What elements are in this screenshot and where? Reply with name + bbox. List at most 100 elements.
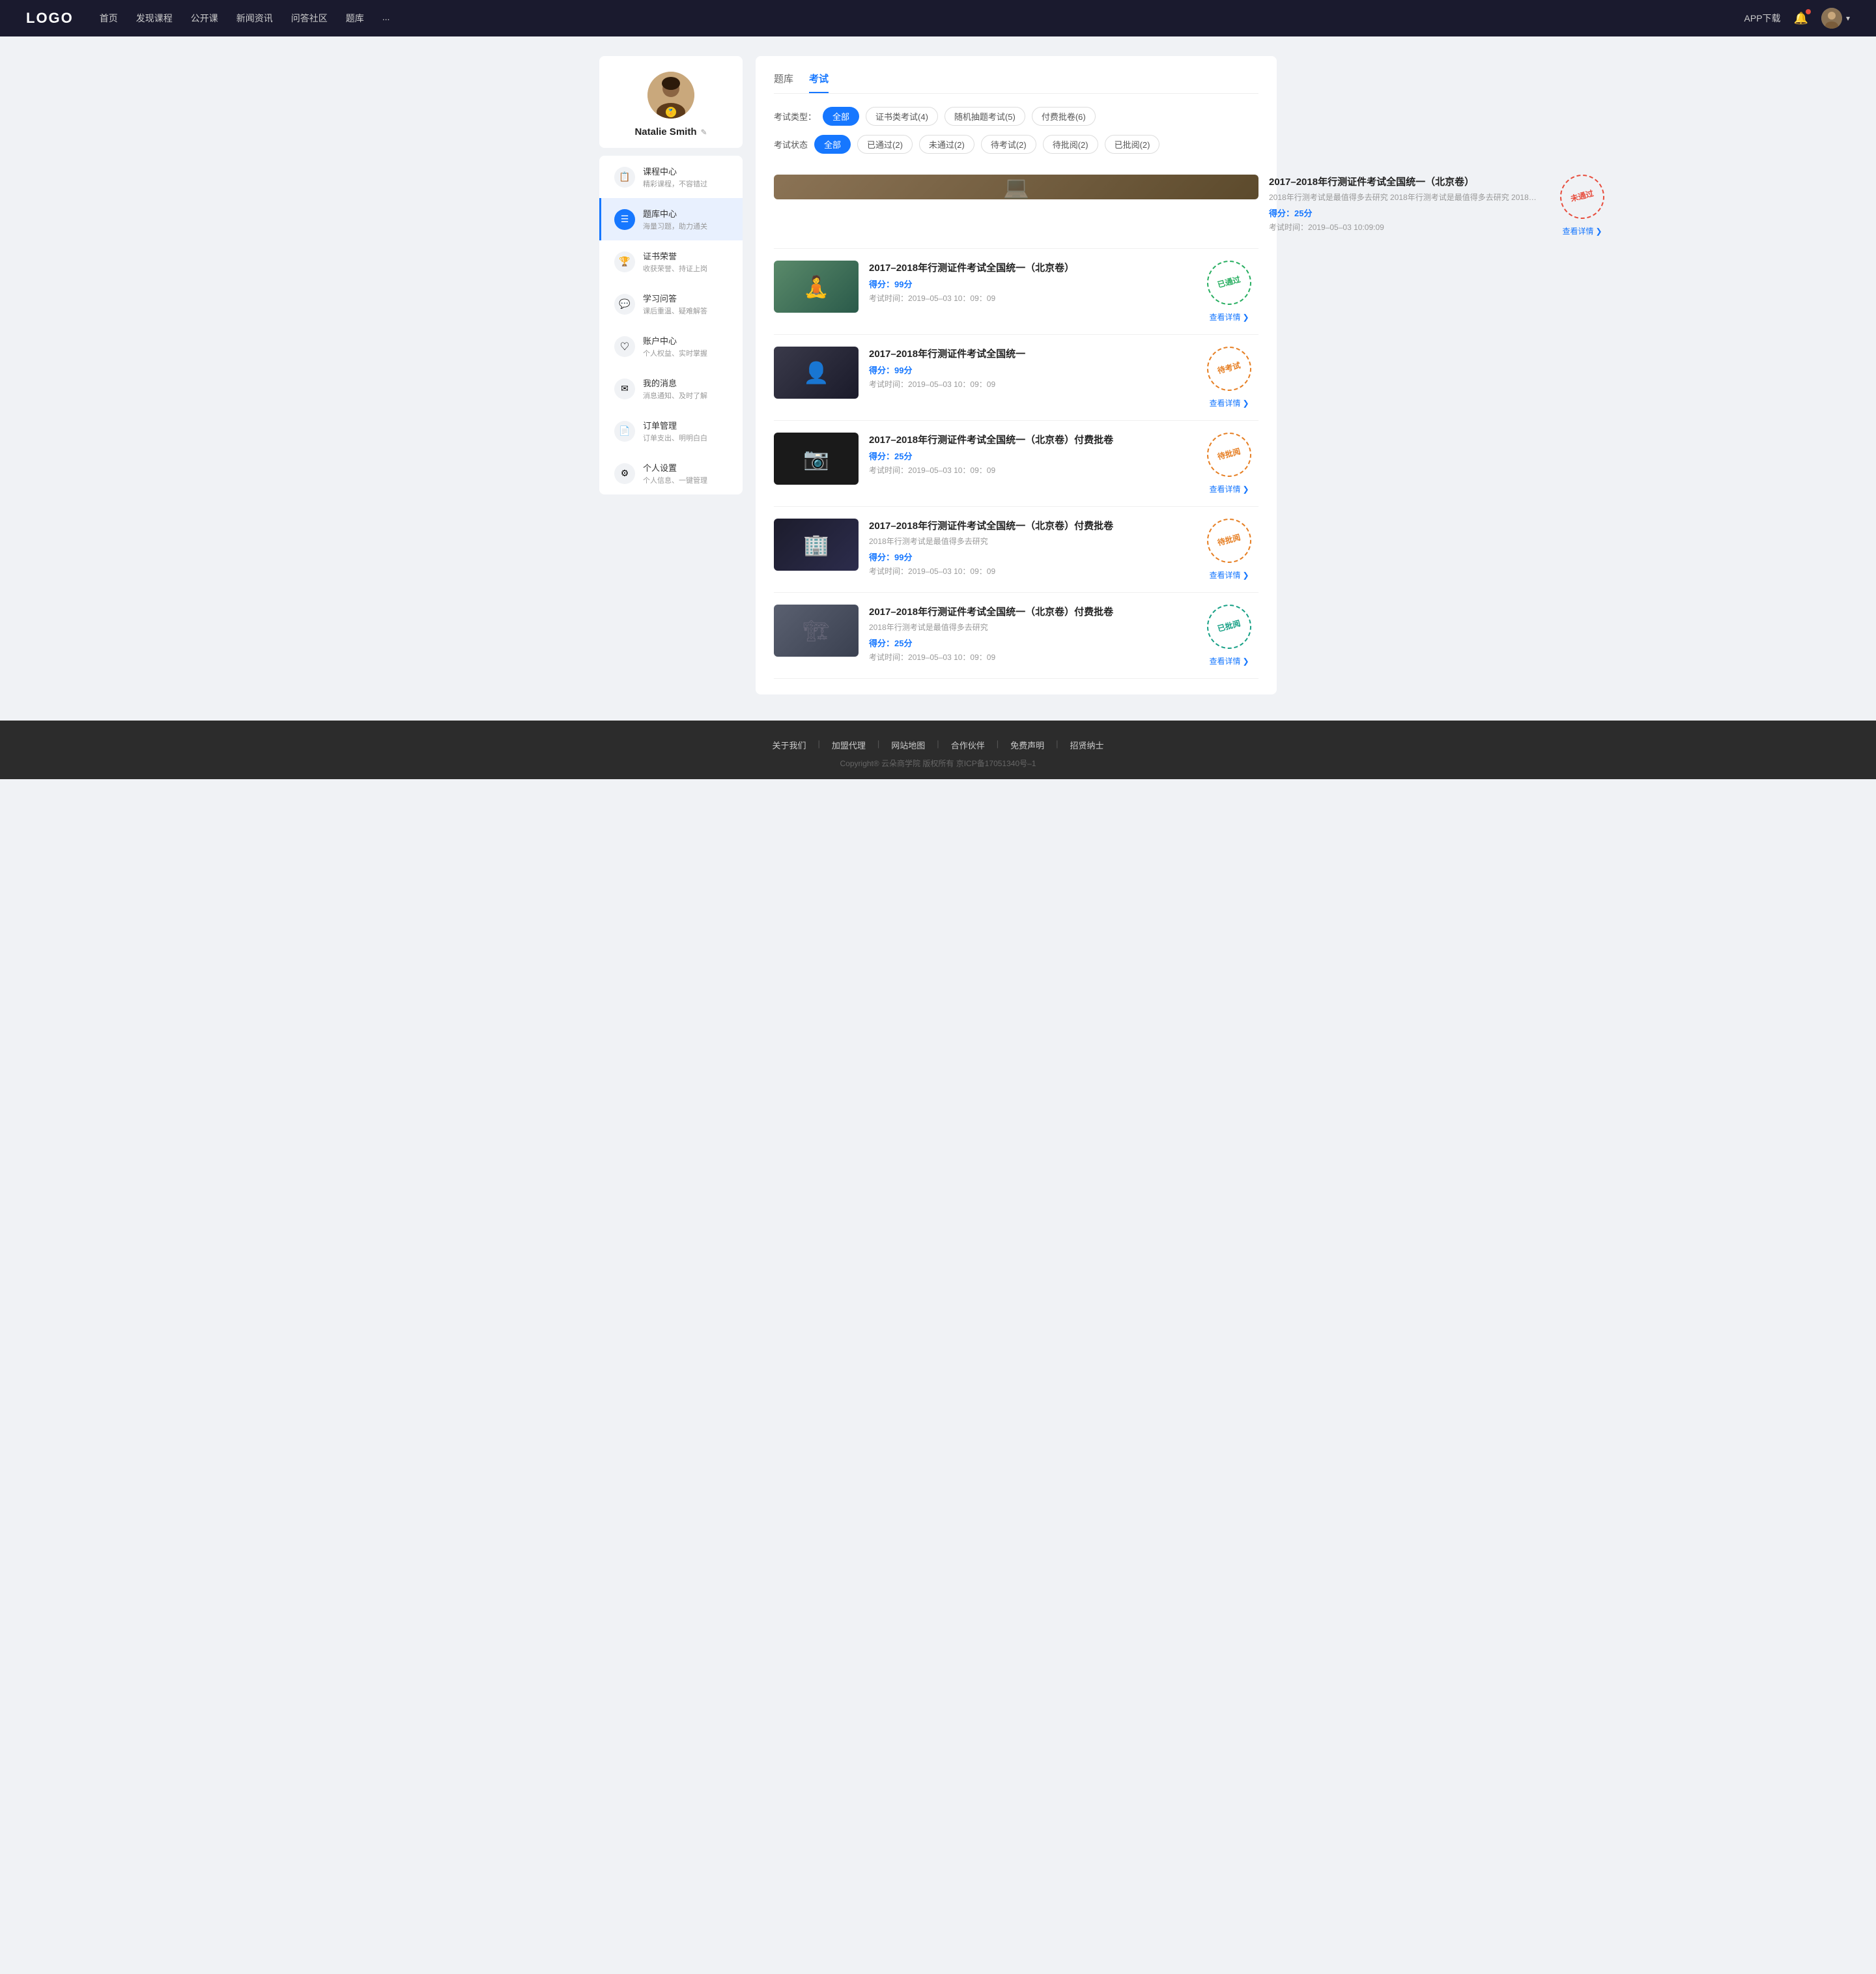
status-stamp-3: 待考试 [1202,341,1256,395]
nav-open-course[interactable]: 公开课 [191,12,218,25]
exam-score-5: 得分：99分 [869,551,1189,563]
messages-title: 我的消息 [643,377,707,389]
header: LOGO 首页 发现课程 公开课 新闻资讯 问答社区 题库 ... APP下载 … [0,0,1876,36]
sidebar-item-messages[interactable]: ✉ 我的消息 消息通知、及时了解 [599,367,743,410]
exam-title-4: 2017–2018年行测证件考试全国统一（北京卷）付费批卷 [869,433,1189,446]
nav-home[interactable]: 首页 [100,12,118,25]
table-row: 💻 2017–2018年行测证件考试全国统一（北京卷） 2018年行测考试是最值… [774,163,1258,249]
content-area: 题库 考试 考试类型： 全部 证书类考试(4) 随机抽题考试(5) 付费批卷(6… [756,56,1277,694]
exam-time-6: 考试时间：2019–05–03 10：09：09 [869,651,1189,663]
question-bank-title: 题库中心 [643,207,707,220]
learning-qa-title: 学习问答 [643,292,707,304]
question-bank-text: 题库中心 海量习题，助力通关 [643,207,707,231]
sidebar-nav: 📋 课程中心 精彩课程，不容错过 ☰ 题库中心 海量习题，助力通关 🏆 证书荣誉 [599,156,743,494]
table-row: 🧘 2017–2018年行测证件考试全国统一（北京卷） 得分：99分 考试时间：… [774,249,1258,335]
question-bank-icon: ☰ [614,209,635,230]
exam-score-2: 得分：99分 [869,278,1189,290]
status-stamp-2: 已通过 [1202,255,1256,309]
table-row: 👤 2017–2018年行测证件考试全国统一 得分：99分 考试时间：2019–… [774,335,1258,421]
filter-type-row: 考试类型： 全部 证书类考试(4) 随机抽题考试(5) 付费批卷(6) [774,107,1258,126]
filter-type-cert[interactable]: 证书类考试(4) [866,107,938,126]
footer-link-disclaimer[interactable]: 免费声明 [999,739,1056,751]
filter-status-reviewing[interactable]: 待批阅(2) [1043,135,1098,154]
question-bank-sub: 海量习题，助力通关 [643,221,707,231]
sidebar-item-learning-qa[interactable]: 💬 学习问答 课后重温、疑难解答 [599,283,743,325]
sidebar: 🏅 Natalie Smith ✎ 📋 课程中心 精彩课程，不容错过 ☰ 题库中… [599,56,743,694]
view-detail-btn-6[interactable]: 查看详情 ❯ [1209,655,1249,666]
filter-status-failed[interactable]: 未通过(2) [919,135,974,154]
view-detail-btn-2[interactable]: 查看详情 ❯ [1209,311,1249,322]
exam-desc-6: 2018年行测考试是最值得多去研究 [869,622,1143,633]
exam-thumb-1: 💻 [774,175,1258,199]
filter-status-all[interactable]: 全部 [814,135,851,154]
profile-name-row: Natalie Smith ✎ [634,126,707,137]
tab-exam[interactable]: 考试 [809,72,829,93]
exam-title-6: 2017–2018年行测证件考试全国统一（北京卷）付费批卷 [869,605,1189,618]
sidebar-item-certificate[interactable]: 🏆 证书荣誉 收获荣誉、持证上岗 [599,240,743,283]
nav-qa[interactable]: 问答社区 [291,12,328,25]
footer-link-partners[interactable]: 合作伙伴 [939,739,997,751]
profile-edit-icon[interactable]: ✎ [700,128,707,137]
footer-link-franchise[interactable]: 加盟代理 [820,739,877,751]
exam-time-5: 考试时间：2019–05–03 10：09：09 [869,565,1189,577]
notification-bell[interactable]: 🔔 [1794,12,1808,25]
exam-score-3: 得分：99分 [869,364,1189,376]
exam-time-4: 考试时间：2019–05–03 10：09：09 [869,465,1189,476]
header-right: APP下载 🔔 ▾ [1744,8,1850,29]
exam-thumb-3: 👤 [774,347,859,399]
filter-type-random[interactable]: 随机抽题考试(5) [945,107,1025,126]
filter-type-all[interactable]: 全部 [823,107,859,126]
sidebar-item-settings[interactable]: ⚙ 个人设置 个人信息、一键管理 [599,452,743,494]
exam-thumb-6: 🏗 [774,605,859,657]
exam-thumb-2: 🧘 [774,261,859,313]
profile-avatar: 🏅 [647,72,694,119]
filter-status-pending[interactable]: 待考试(2) [981,135,1036,154]
learning-qa-sub: 课后重温、疑难解答 [643,306,707,316]
exam-title-5: 2017–2018年行测证件考试全国统一（北京卷）付费批卷 [869,519,1189,532]
sidebar-item-question-bank[interactable]: ☰ 题库中心 海量习题，助力通关 [599,198,743,240]
nav-news[interactable]: 新闻资讯 [236,12,273,25]
certificate-sub: 收获荣誉、持证上岗 [643,263,707,274]
filter-status-reviewed[interactable]: 已批阅(2) [1105,135,1160,154]
status-stamp-5: 待批阅 [1202,513,1256,567]
table-row: 🏗 2017–2018年行测证件考试全国统一（北京卷）付费批卷 2018年行测考… [774,593,1258,679]
exam-action-1: 未通过 查看详情 ❯ [1553,175,1612,236]
notification-badge [1806,9,1811,14]
view-detail-btn-3[interactable]: 查看详情 ❯ [1209,397,1249,408]
nav-discover[interactable]: 发现课程 [136,12,173,25]
orders-text: 订单管理 订单支出、明明白白 [643,419,707,443]
sidebar-item-course-center[interactable]: 📋 课程中心 精彩课程，不容错过 [599,156,743,198]
filter-type-paid[interactable]: 付费批卷(6) [1032,107,1096,126]
filter-status-passed[interactable]: 已通过(2) [857,135,913,154]
exam-info-6: 2017–2018年行测证件考试全国统一（北京卷）付费批卷 2018年行测考试是… [869,605,1189,663]
sidebar-item-account[interactable]: ♡ 账户中心 个人权益、实时掌握 [599,325,743,367]
filter-status-row: 考试状态 全部 已通过(2) 未通过(2) 待考试(2) 待批阅(2) 已批阅(… [774,135,1258,154]
messages-icon: ✉ [614,379,635,399]
certificate-title: 证书荣誉 [643,250,707,262]
exam-info-5: 2017–2018年行测证件考试全国统一（北京卷）付费批卷 2018年行测考试是… [869,519,1189,577]
user-avatar-dropdown[interactable]: ▾ [1821,8,1850,29]
footer-link-sitemap[interactable]: 网站地图 [879,739,937,751]
view-detail-btn-5[interactable]: 查看详情 ❯ [1209,569,1249,580]
sidebar-item-orders[interactable]: 📄 订单管理 订单支出、明明白白 [599,410,743,452]
profile-name: Natalie Smith [634,126,696,137]
avatar [1821,8,1842,29]
view-detail-btn-1[interactable]: 查看详情 ❯ [1562,225,1602,236]
nav-question-bank[interactable]: 题库 [346,12,364,25]
course-center-icon: 📋 [614,167,635,188]
app-download-btn[interactable]: APP下载 [1744,12,1781,25]
footer-link-careers[interactable]: 招贤纳士 [1059,739,1116,751]
status-stamp-4: 待批阅 [1202,427,1256,481]
view-detail-btn-4[interactable]: 查看详情 ❯ [1209,483,1249,494]
account-text: 账户中心 个人权益、实时掌握 [643,334,707,358]
nav-more[interactable]: ... [382,12,390,25]
tab-question-bank[interactable]: 题库 [774,72,793,93]
filter-status-label: 考试状态 [774,138,808,150]
filter-type-label: 考试类型： [774,110,816,122]
certificate-icon: 🏆 [614,251,635,272]
exam-title-2: 2017–2018年行测证件考试全国统一（北京卷） [869,261,1189,274]
orders-icon: 📄 [614,421,635,442]
status-stamp-1: 未通过 [1555,169,1609,223]
exam-time-1: 考试时间：2019–05–03 10:09:09 [1269,222,1542,233]
footer-link-about[interactable]: 关于我们 [760,739,817,751]
